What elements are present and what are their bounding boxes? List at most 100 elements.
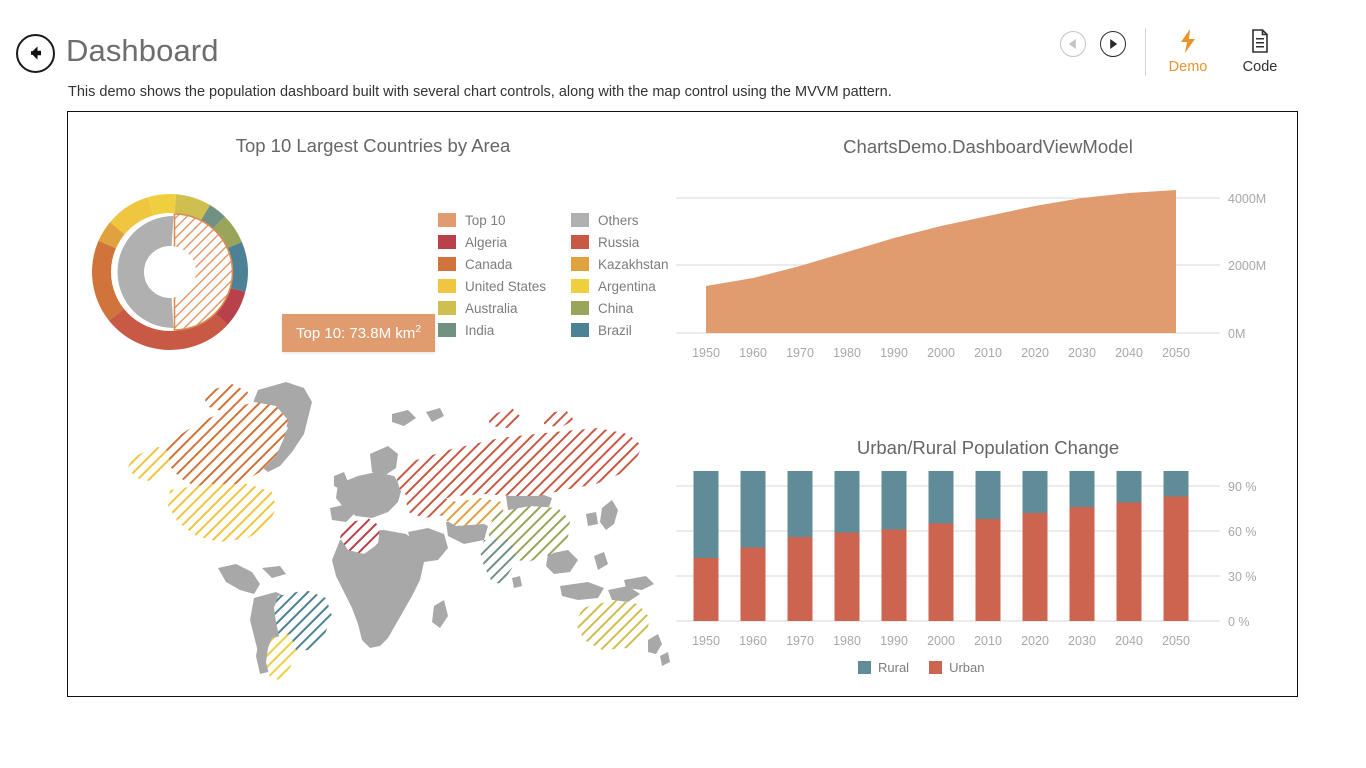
back-button[interactable] — [16, 34, 55, 73]
bar-xtick-1980: 1980 — [833, 634, 861, 648]
tab-code[interactable]: Code — [1232, 26, 1288, 75]
legend-label: China — [598, 300, 634, 316]
map-country-united-states — [168, 484, 276, 542]
bar-group-1980 — [834, 471, 860, 621]
bar-urban — [740, 547, 766, 621]
area-xtick-1960: 1960 — [739, 346, 767, 360]
map-country-russia-arctic2 — [544, 410, 574, 428]
bar-xtick-1950: 1950 — [692, 634, 720, 648]
legend-item[interactable]: Algeria — [438, 231, 553, 253]
area-xtick-1990: 1990 — [880, 346, 908, 360]
legend-label: United States — [465, 278, 547, 294]
bar-xtick-2050: 2050 — [1162, 634, 1190, 648]
map-country-alaska — [128, 446, 170, 482]
legend-label: Argentina — [598, 278, 656, 294]
page-header: Dashboard This demo shows the population… — [0, 0, 1366, 110]
legend-swatch — [571, 323, 589, 337]
legend-swatch — [571, 257, 589, 271]
bar-rural — [1163, 471, 1189, 497]
area-ytick-0m: 0M — [1228, 327, 1245, 341]
map-country-india — [480, 538, 516, 584]
bar-ytick-30pct: 30 % — [1228, 570, 1257, 584]
map-country-russia-arctic — [488, 408, 522, 428]
bar-urban — [1069, 507, 1095, 621]
legend-swatch — [438, 257, 456, 271]
bar-group-2010 — [975, 471, 1001, 621]
bar-urban — [787, 537, 813, 621]
legend-item[interactable]: India — [438, 319, 553, 341]
bar-xtick-2030: 2030 — [1068, 634, 1096, 648]
legend-swatch — [438, 323, 456, 337]
bar-xtick-2020: 2020 — [1021, 634, 1049, 648]
legend-swatch — [438, 279, 456, 293]
page-description: This demo shows the population dashboard… — [68, 84, 892, 100]
bar-urban — [1116, 502, 1142, 621]
legend-label: Others — [598, 212, 639, 228]
area-xtick-2030: 2030 — [1068, 346, 1096, 360]
lightning-bolt-icon — [1177, 26, 1199, 56]
area-xtick-2000: 2000 — [927, 346, 955, 360]
legend-item-rural[interactable]: Rural — [858, 660, 909, 675]
legend-swatch — [438, 213, 456, 227]
bar-group-1950 — [693, 471, 719, 621]
next-arrow-icon[interactable] — [1100, 31, 1126, 57]
bar-urban — [693, 558, 719, 621]
donut-legend: Top 10 Others Algeria Russia Canada Kaza… — [438, 209, 688, 341]
bar-rural — [740, 471, 766, 548]
bar-ytick-0pct: 0 % — [1228, 615, 1250, 629]
bar-rural — [881, 471, 907, 530]
donut-tooltip-superscript: 2 — [415, 323, 422, 335]
bar-xtick-1960: 1960 — [739, 634, 767, 648]
document-icon — [1250, 26, 1270, 56]
legend-item-urban[interactable]: Urban — [929, 660, 985, 675]
legend-swatch — [571, 279, 589, 293]
area-xtick-2020: 2020 — [1021, 346, 1049, 360]
bar-urban — [928, 523, 954, 621]
dashboard-panel: Top 10 Largest Countries by Area Top 10:… — [67, 111, 1298, 697]
legend-label: Kazakhstan — [598, 256, 669, 272]
bar-rural — [1022, 471, 1048, 513]
bar-group-2050 — [1163, 471, 1189, 621]
legend-label: Brazil — [598, 322, 632, 338]
legend-item[interactable]: Top 10 — [438, 209, 553, 231]
legend-item[interactable]: Australia — [438, 297, 553, 319]
legend-item[interactable]: United States — [438, 275, 553, 297]
urban-rural-population-stacked-bar[interactable]: 0 % 30 % 60 % 90 % 1950 1960 1970 1980 1… — [668, 437, 1288, 687]
legend-item[interactable]: Canada — [438, 253, 553, 275]
legend-label: Top 10 — [465, 212, 506, 228]
bar-group-1970 — [787, 471, 813, 621]
world-population-map[interactable] — [108, 372, 688, 682]
bar-group-2030 — [1069, 471, 1095, 621]
legend-label: Australia — [465, 300, 518, 316]
area-xtick-1950: 1950 — [692, 346, 720, 360]
world-population-area-chart[interactable]: 0M 2000M 4000M 1950 1960 1970 1980 1990 … — [668, 132, 1288, 402]
bar-urban — [1163, 496, 1189, 621]
bar-urban — [881, 529, 907, 621]
bar-urban — [975, 519, 1001, 621]
legend-label-rural: Rural — [878, 660, 910, 675]
map-country-russia — [396, 428, 642, 502]
legend-swatch — [438, 235, 456, 249]
area-xtick-1980: 1980 — [833, 346, 861, 360]
legend-swatch — [438, 301, 456, 315]
area-ytick-2000m: 2000M — [1228, 259, 1266, 273]
bar-urban — [1022, 513, 1048, 621]
tab-code-label: Code — [1242, 59, 1278, 75]
tab-demo[interactable]: Demo — [1160, 26, 1216, 75]
bar-chart-legend: Rural Urban — [858, 660, 985, 675]
prev-arrow-icon[interactable] — [1060, 31, 1086, 57]
application-root: Dashboard This demo shows the population… — [0, 0, 1366, 768]
area-ytick-4000m: 4000M — [1228, 192, 1266, 206]
bar-rural — [928, 471, 954, 524]
legend-label-urban: Urban — [949, 660, 985, 675]
bar-group-2020 — [1022, 471, 1048, 621]
bar-rural — [787, 471, 813, 537]
tab-demo-label: Demo — [1168, 59, 1208, 75]
bar-group-2040 — [1116, 471, 1142, 621]
area-series-population — [706, 190, 1176, 333]
mode-toggle-group: Demo Code — [1160, 26, 1288, 75]
area-xtick-2010: 2010 — [974, 346, 1002, 360]
area-xtick-2050: 2050 — [1162, 346, 1190, 360]
bar-urban — [834, 532, 860, 621]
legend-label: Algeria — [465, 234, 508, 250]
